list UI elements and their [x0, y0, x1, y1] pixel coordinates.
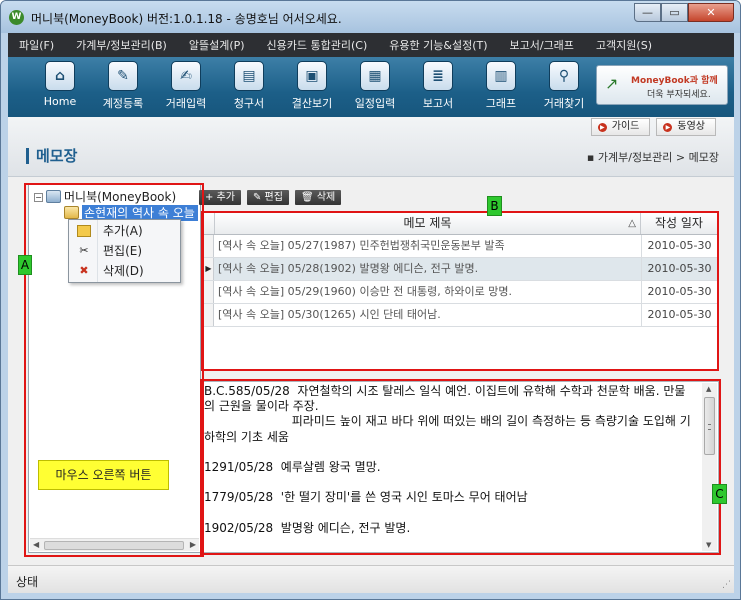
toolbar-schedule-button[interactable]: ▦ 일정입력	[344, 61, 406, 111]
toolbar-label: 청구서	[233, 97, 265, 110]
toolbar-report-button[interactable]: ≣ 보고서	[407, 61, 469, 111]
title-bar[interactable]: W 머니북(MoneyBook) 버전:1.0.1.18 - 송명호님 어서오세…	[1, 1, 740, 33]
add-memo-button[interactable]: + 추가	[199, 190, 241, 205]
breadcrumb: ▪ 가계부/정보관리 > 메모장	[586, 151, 719, 164]
annotation-label-b: B	[487, 196, 502, 216]
annotation-box-a	[24, 183, 204, 557]
settlement-monitor-icon: ▣	[297, 61, 327, 91]
status-bar: 상태 ⋰	[8, 565, 734, 593]
banner-line-2: 더욱 부자되세요.	[647, 90, 711, 100]
home-icon: ⌂	[45, 61, 75, 91]
toolbar-bill-button[interactable]: ▤ 청구서	[218, 61, 280, 111]
account-register-icon: ✎	[108, 61, 138, 91]
memo-actions: + 추가 ✎ 편집 🗑 삭제	[199, 190, 342, 205]
transaction-input-icon: ✍	[171, 61, 201, 91]
edit-icon: ✎	[252, 192, 265, 203]
toolbar-label: 그래프	[485, 97, 517, 110]
resize-grip-icon[interactable]: ⋰	[722, 580, 731, 590]
video-button[interactable]: ▶ 동영상	[656, 118, 716, 136]
menu-credit-card[interactable]: 신용카드 통합관리(C)	[256, 37, 379, 53]
window-title: 머니북(MoneyBook) 버전:1.0.1.18 - 송명호님 어서오세요.	[31, 12, 342, 26]
chart-up-icon: ↗	[605, 74, 619, 93]
main-toolbar: ⌂ Home ✎ 계정등록 ✍ 거래입력 ▤ 청구서 ▣ 결산보기 ▦ 일정입력…	[8, 57, 734, 117]
toolbar-label: Home	[43, 95, 77, 108]
calendar-icon: ▦	[360, 61, 390, 91]
menu-reports-graphs[interactable]: 보고서/그래프	[499, 37, 585, 53]
app-window: W 머니북(MoneyBook) 버전:1.0.1.18 - 송명호님 어서오세…	[0, 0, 741, 600]
banner-line-1: MoneyBook과 함께	[631, 76, 718, 86]
search-icon: ⚲	[549, 61, 579, 91]
toolbar-label: 보고서	[422, 97, 454, 110]
page-title: 메모장	[26, 148, 77, 164]
guide-label: 가이드	[611, 121, 640, 132]
guide-button[interactable]: ▶ 가이드	[590, 118, 651, 136]
toolbar-home-button[interactable]: ⌂ Home	[29, 61, 91, 108]
card-bill-icon: ▤	[234, 61, 264, 91]
content-area: − 머니북(MoneyBook) 손현재의 역사 속 오늘 ◀ ▶ 추가(A) …	[8, 177, 734, 565]
maximize-button[interactable]: ▭	[661, 3, 688, 22]
menu-tools-settings[interactable]: 유용한 기능&설정(T)	[378, 37, 498, 53]
menu-bar: 파일(F) 가계부/정보관리(B) 알뜰설계(P) 신용카드 통합관리(C) 유…	[8, 33, 734, 57]
delete-memo-label: 삭제	[316, 192, 336, 203]
toolbar-label: 결산보기	[291, 97, 333, 110]
toolbar-account-register-button[interactable]: ✎ 계정등록	[92, 61, 154, 111]
toolbar-settlement-button[interactable]: ▣ 결산보기	[281, 61, 343, 111]
app-logo-icon: W	[9, 10, 24, 25]
promo-banner[interactable]: ↗ MoneyBook과 함께 더욱 부자되세요.	[596, 65, 728, 105]
bar-graph-icon: ▥	[486, 61, 516, 91]
toolbar-label: 거래입력	[165, 97, 207, 110]
toolbar-label: 일정입력	[354, 97, 396, 110]
toolbar-transaction-input-button[interactable]: ✍ 거래입력	[155, 61, 217, 111]
annotation-label-a: A	[18, 255, 32, 275]
menu-household-ledger[interactable]: 가계부/정보관리(B)	[65, 37, 178, 53]
edit-memo-button[interactable]: ✎ 편집	[246, 190, 289, 205]
menu-file[interactable]: 파일(F)	[8, 37, 65, 53]
menu-budget-plan[interactable]: 알뜰설계(P)	[178, 37, 256, 53]
video-label: 동영상	[677, 121, 705, 132]
toolbar-graph-button[interactable]: ▥ 그래프	[470, 61, 532, 111]
trash-icon: 🗑	[300, 192, 317, 203]
edit-memo-label: 편집	[264, 192, 283, 203]
annotation-box-b	[201, 211, 719, 371]
report-icon: ≣	[423, 61, 453, 91]
status-text: 상태	[16, 575, 39, 589]
arrow-right-icon: ▶	[597, 122, 607, 132]
minimize-button[interactable]: —	[634, 3, 661, 22]
toolbar-label: 계정등록	[102, 97, 144, 110]
toolbar-find-transaction-button[interactable]: ⚲ 거래찾기	[533, 61, 595, 111]
toolbar-label: 거래찾기	[543, 97, 585, 110]
delete-memo-button[interactable]: 🗑 삭제	[294, 190, 342, 205]
help-buttons: ▶ 가이드 ▶ 동영상	[590, 118, 716, 136]
annotation-box-c	[200, 379, 721, 555]
page-header: ▶ 가이드 ▶ 동영상 메모장 ▪ 가계부/정보관리 > 메모장	[8, 117, 734, 177]
close-button[interactable]: ✕	[688, 3, 734, 22]
arrow-right-icon: ▶	[663, 122, 673, 132]
window-controls: — ▭ ✕	[634, 3, 734, 23]
menu-support[interactable]: 고객지원(S)	[585, 37, 663, 53]
annotation-label-c: C	[712, 484, 727, 504]
